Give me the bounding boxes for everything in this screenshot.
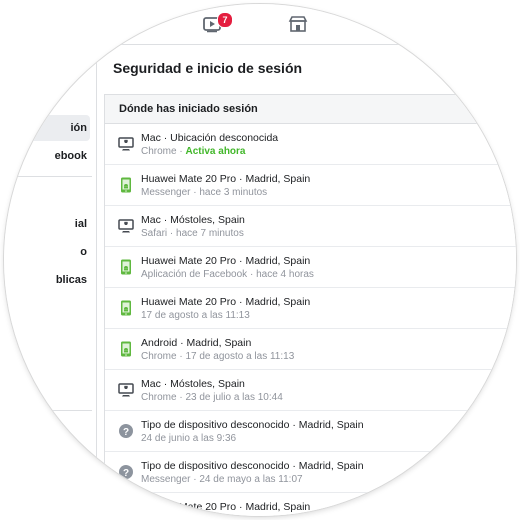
sidebar-divider (4, 176, 92, 177)
session-time: hace 4 horas (256, 269, 314, 280)
sessions-panel: Dónde has iniciado sesión Mac · Ubicació… (104, 94, 516, 516)
session-row[interactable]: Mac · Móstoles, Spain Safari · hace 7 min… (105, 206, 516, 247)
main-content: Seguridad e inicio de sesión Dónde has i… (97, 45, 516, 516)
session-title: Huawei Mate 20 Pro · Madrid, Spain (141, 501, 311, 513)
session-title: Huawei Mate 20 Pro · Madrid, Spain (141, 173, 311, 185)
session-time: hace 7 minutos (176, 228, 244, 239)
session-time: 17 de agosto a las 11:13 (141, 310, 250, 321)
active-now-status: Activa ahora (185, 146, 246, 157)
session-time: 24 de mayo a las 11:07 (199, 474, 303, 485)
sidebar-item-social[interactable]: ial (4, 211, 90, 237)
session-app: Chrome (141, 146, 177, 157)
unknown-device-icon: ? (119, 424, 133, 438)
session-row[interactable]: Huawei Mate 20 Pro · Madrid, Spain ... a … (105, 493, 516, 516)
session-row[interactable]: Huawei Mate 20 Pro · Madrid, Spain Aplica… (105, 247, 516, 288)
settings-sidebar: ión ebook ial o blicas (4, 45, 97, 516)
mac-icon (118, 137, 134, 151)
session-list: Mac · Ubicación desconocida Chrome · Acti… (105, 124, 516, 516)
session-app: Safari (141, 228, 168, 239)
svg-text:?: ? (123, 468, 129, 479)
session-title: Tipo de dispositivo desconocido · Madrid… (141, 460, 364, 472)
session-details: Safari · hace 7 minutos (141, 228, 244, 239)
session-title: Mac · Móstoles, Spain (141, 214, 245, 226)
session-app: Aplicación de Facebook (141, 269, 248, 280)
session-details: Chrome · Activa ahora (141, 146, 246, 157)
page-title: Seguridad e inicio de sesión (113, 60, 303, 76)
session-details: ... a las 21:30 (141, 515, 201, 516)
session-row[interactable]: Mac · Móstoles, Spain Chrome · 23 de juli… (105, 370, 516, 411)
session-separator: · (167, 228, 177, 239)
session-details: Chrome · 23 de julio a las 10:44 (141, 392, 283, 403)
session-title: Mac · Ubicación desconocida (141, 132, 279, 144)
session-title: Tipo de dispositivo desconocido · Madrid… (141, 419, 364, 431)
unknown-device-icon: ? (119, 465, 133, 479)
session-title: Android · Madrid, Spain (141, 337, 252, 349)
session-title: Huawei Mate 20 Pro · Madrid, Spain (141, 296, 311, 308)
svg-text:?: ? (123, 427, 129, 438)
session-app: Messenger (141, 187, 191, 198)
session-title: Huawei Mate 20 Pro · Madrid, Spain (141, 255, 311, 267)
session-time: hace 3 minutos (199, 187, 268, 198)
session-details: Aplicación de Facebook · hace 4 horas (141, 269, 314, 280)
session-app: Chrome (141, 351, 177, 362)
marketplace-icon[interactable] (287, 15, 309, 33)
sidebar-divider (4, 410, 92, 411)
session-details: Messenger · hace 3 minutos (141, 187, 267, 198)
session-details: Messenger · 24 de mayo a las 11:07 (141, 474, 303, 485)
session-app: Chrome (141, 392, 177, 403)
session-row[interactable]: Android · Madrid, Spain Chrome · 17 de ag… (105, 329, 516, 370)
android-phone-icon (121, 259, 131, 275)
session-details: 17 de agosto a las 11:13 (141, 310, 250, 321)
session-time: 24 de junio a las 9:36 (141, 433, 237, 444)
notification-badge: 7 (217, 12, 233, 28)
session-row[interactable]: Huawei Mate 20 Pro · Madrid, Spain 17 de … (105, 288, 516, 329)
panel-header: Dónde has iniciado sesión (105, 95, 516, 124)
sidebar-item-public[interactable]: blicas (4, 267, 90, 293)
sidebar-item-facebook[interactable]: ebook (4, 143, 90, 169)
circular-crop: 7 ión ebook ial o blicas Seguridad e ini… (4, 4, 516, 516)
mac-icon (118, 383, 134, 397)
session-app: Messenger (141, 474, 191, 485)
android-phone-icon (121, 177, 131, 193)
android-phone-icon (121, 341, 131, 357)
session-row[interactable]: Mac · Ubicación desconocida Chrome · Acti… (105, 124, 516, 165)
sidebar-item-generic[interactable]: o (4, 239, 90, 265)
mac-icon (118, 219, 134, 233)
screenshot-stage: 7 ión ebook ial o blicas Seguridad e ini… (0, 0, 520, 520)
session-time: 17 de agosto a las 11:13 (185, 351, 295, 362)
session-details: 24 de junio a las 9:36 (141, 433, 236, 444)
session-row[interactable]: ? Tipo de dispositivo desconocido · Madr… (105, 411, 516, 452)
session-time: ... a las 21:30 (141, 515, 201, 516)
android-phone-icon (121, 505, 131, 516)
top-nav: 7 (4, 4, 516, 45)
session-time: 23 de julio a las 10:44 (185, 392, 283, 403)
session-title: Mac · Móstoles, Spain (141, 378, 245, 390)
sidebar-item-security[interactable]: ión (4, 115, 90, 141)
session-row[interactable]: Huawei Mate 20 Pro · Madrid, Spain Messen… (105, 165, 516, 206)
session-details: Chrome · 17 de agosto a las 11:13 (141, 351, 294, 362)
session-row[interactable]: ? Tipo de dispositivo desconocido · Madr… (105, 452, 516, 493)
android-phone-icon (121, 300, 131, 316)
session-separator: · (247, 269, 257, 280)
